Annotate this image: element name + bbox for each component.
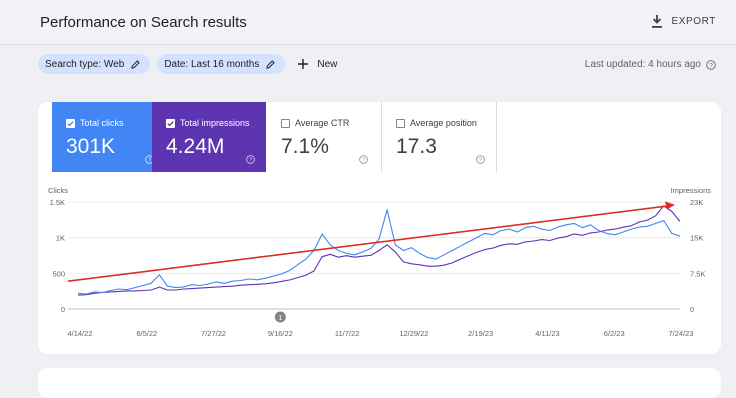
download-icon bbox=[652, 15, 663, 28]
last-updated: Last updated: 4 hours ago ? bbox=[585, 59, 716, 70]
left-axis-label: Clicks bbox=[48, 186, 68, 195]
search-type-chip[interactable]: Search type: Web bbox=[38, 54, 151, 74]
annotation-layer: 1 bbox=[274, 311, 286, 323]
series-line-impressions bbox=[77, 205, 681, 296]
trend-annotation-layer bbox=[67, 201, 675, 282]
x-tick-label: 11/7/22 bbox=[335, 329, 359, 338]
x-tick-label: 4/14/22 bbox=[67, 329, 92, 338]
trend-arrow-line bbox=[67, 205, 670, 282]
right-tick-label: 0 bbox=[690, 305, 694, 314]
page-header: Performance on Search results EXPORT bbox=[0, 0, 736, 45]
annotation-label: 1 bbox=[278, 315, 282, 322]
help-icon[interactable]: ? bbox=[706, 59, 716, 70]
chart-gridlines bbox=[68, 201, 680, 310]
performance-card: Total clicks 301K ? Total impressions 4.… bbox=[38, 102, 721, 354]
edit-icon bbox=[266, 59, 276, 69]
left-axis-ticks: 1.5K 1K 500 0 bbox=[50, 198, 65, 314]
date-label: Date: Last 16 months bbox=[164, 58, 260, 70]
x-tick-label: 2/19/23 bbox=[468, 329, 493, 338]
export-label: EXPORT bbox=[671, 16, 716, 27]
x-axis-ticks: 4/14/22 6/5/22 7/27/22 9/16/22 11/7/22 12/29/… bbox=[67, 329, 693, 338]
x-tick-label: 4/11/23 bbox=[535, 329, 559, 338]
filter-bar: Search type: Web Date: Last 16 months Ne… bbox=[38, 54, 337, 74]
date-chip[interactable]: Date: Last 16 months bbox=[157, 54, 286, 74]
right-tick-label: 23K bbox=[690, 198, 703, 207]
x-tick-label: 6/2/23 bbox=[604, 329, 625, 338]
left-tick-label: 1.5K bbox=[50, 198, 65, 207]
x-tick-label: 6/5/22 bbox=[136, 329, 157, 338]
left-tick-label: 0 bbox=[61, 305, 65, 314]
search-type-label: Search type: Web bbox=[45, 58, 125, 70]
edit-icon bbox=[131, 59, 141, 69]
series-layer bbox=[77, 205, 681, 296]
right-axis-ticks: 23K 15K 7.5K 0 bbox=[690, 198, 705, 314]
page-title: Performance on Search results bbox=[40, 14, 247, 31]
series-line-clicks bbox=[77, 209, 681, 295]
last-updated-text: Last updated: 4 hours ago bbox=[584, 59, 701, 70]
x-tick-label: 12/29/22 bbox=[399, 329, 428, 338]
new-filter-label: New bbox=[317, 58, 338, 70]
right-tick-label: 15K bbox=[690, 234, 703, 243]
x-tick-label: 7/24/23 bbox=[668, 329, 693, 338]
new-filter-button[interactable]: New bbox=[298, 59, 337, 70]
performance-chart[interactable]: Clicks Impressions 1.5K 1K 500 0 23K 15K 7.5K… bbox=[38, 102, 721, 354]
left-tick-label: 500 bbox=[52, 269, 65, 278]
right-axis-label: Impressions bbox=[671, 186, 712, 195]
x-tick-label: 9/16/22 bbox=[268, 329, 293, 338]
svg-text:?: ? bbox=[709, 62, 713, 69]
plus-icon bbox=[298, 59, 309, 69]
left-tick-label: 1K bbox=[56, 234, 65, 243]
x-tick-label: 7/27/22 bbox=[201, 329, 226, 338]
next-card bbox=[38, 368, 721, 398]
right-tick-label: 7.5K bbox=[690, 269, 705, 278]
export-button[interactable]: EXPORT bbox=[651, 15, 716, 28]
